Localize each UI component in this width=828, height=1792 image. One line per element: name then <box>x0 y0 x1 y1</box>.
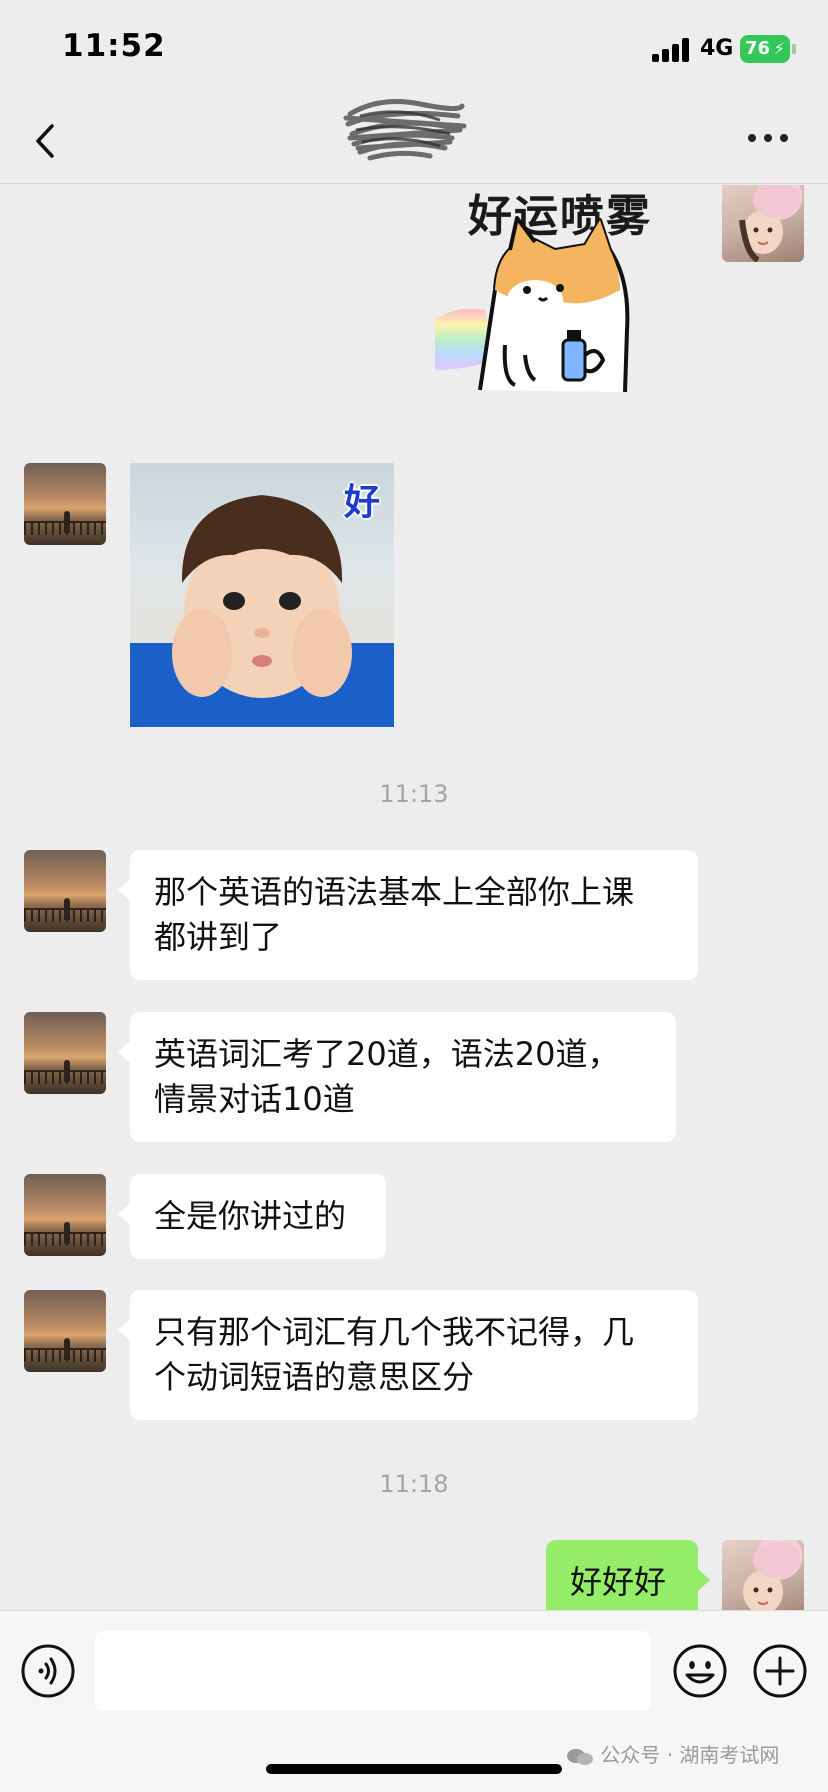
network-type: 4G <box>700 36 734 61</box>
charging-icon: ⚡ <box>773 39 785 58</box>
contact-avatar[interactable] <box>24 463 106 545</box>
battery-icon: 76 ⚡ <box>740 35 790 63</box>
battery-cap <box>792 44 796 54</box>
add-more-icon[interactable] <box>752 1643 808 1699</box>
contact-avatar[interactable] <box>24 1012 106 1094</box>
more-options-icon[interactable] <box>748 134 792 148</box>
message-line: 个动词短语的意思区分 <box>154 1358 475 1396</box>
battery-level: 76 <box>745 38 771 59</box>
status-bar: 11:52 4G 76 ⚡ <box>0 0 828 100</box>
avatar-image <box>739 185 801 262</box>
message-bubble-incoming[interactable]: 全是你讲过的 <box>118 1174 386 1259</box>
message-bubble-incoming[interactable]: 英语词汇考了20道，语法20道， 情景对话10道 <box>118 1012 676 1142</box>
message-line: 那个英语的语法基本上全部你上课 <box>154 873 635 911</box>
message-line: 英语词汇考了20道，语法20道， <box>154 1035 620 1073</box>
watermark: 公众号 · 湖南考试网 <box>566 1739 779 1768</box>
message-line: 好好好 <box>570 1563 667 1601</box>
avatar-image <box>743 1542 801 1610</box>
sticker-caption: 好 <box>343 482 380 523</box>
signal-icon <box>652 38 692 62</box>
watermark-text: 公众号 · 湖南考试网 <box>600 1743 780 1767</box>
avatar-person <box>64 511 70 533</box>
status-time: 11:52 <box>62 28 166 64</box>
voice-input-icon[interactable] <box>20 1643 76 1699</box>
input-bar: 公众号 · 湖南考试网 <box>0 1610 828 1792</box>
message-bubble-incoming[interactable]: 那个英语的语法基本上全部你上课 都讲到了 <box>118 850 698 980</box>
contact-avatar[interactable] <box>24 1174 106 1256</box>
message-line: 只有那个词汇有几个我不记得，几 <box>154 1313 635 1351</box>
message-bubble-outgoing[interactable]: 好好好 <box>546 1540 710 1610</box>
message-input[interactable] <box>95 1631 651 1711</box>
home-indicator[interactable] <box>266 1764 562 1774</box>
back-chevron-icon[interactable] <box>28 118 68 164</box>
sticker-corgi-rainbow[interactable]: 好运喷雾 <box>435 185 685 410</box>
redacted-contact-name <box>343 99 467 161</box>
corgi-illustration <box>435 216 630 393</box>
wechat-icon <box>567 1748 593 1765</box>
message-line: 都讲到了 <box>154 918 283 956</box>
message-line: 情景对话10道 <box>154 1080 355 1118</box>
contact-avatar[interactable] <box>24 850 106 932</box>
emoji-icon[interactable] <box>672 1643 728 1699</box>
sticker-boy-hands-on-cheeks[interactable]: 好 <box>130 463 394 727</box>
message-timestamp: 11:18 <box>379 1470 449 1498</box>
message-list[interactable]: 好运喷雾 好 11:13 那个英语的语法基本上全部你上课 都讲到了 英语词汇考了… <box>0 185 828 1610</box>
message-line: 全是你讲过的 <box>154 1197 347 1235</box>
message-timestamp: 11:13 <box>379 780 449 808</box>
contact-avatar[interactable] <box>24 1290 106 1372</box>
message-bubble-incoming[interactable]: 只有那个词汇有几个我不记得，几 个动词短语的意思区分 <box>118 1290 698 1420</box>
my-avatar[interactable] <box>722 185 804 262</box>
my-avatar[interactable] <box>722 1540 804 1610</box>
